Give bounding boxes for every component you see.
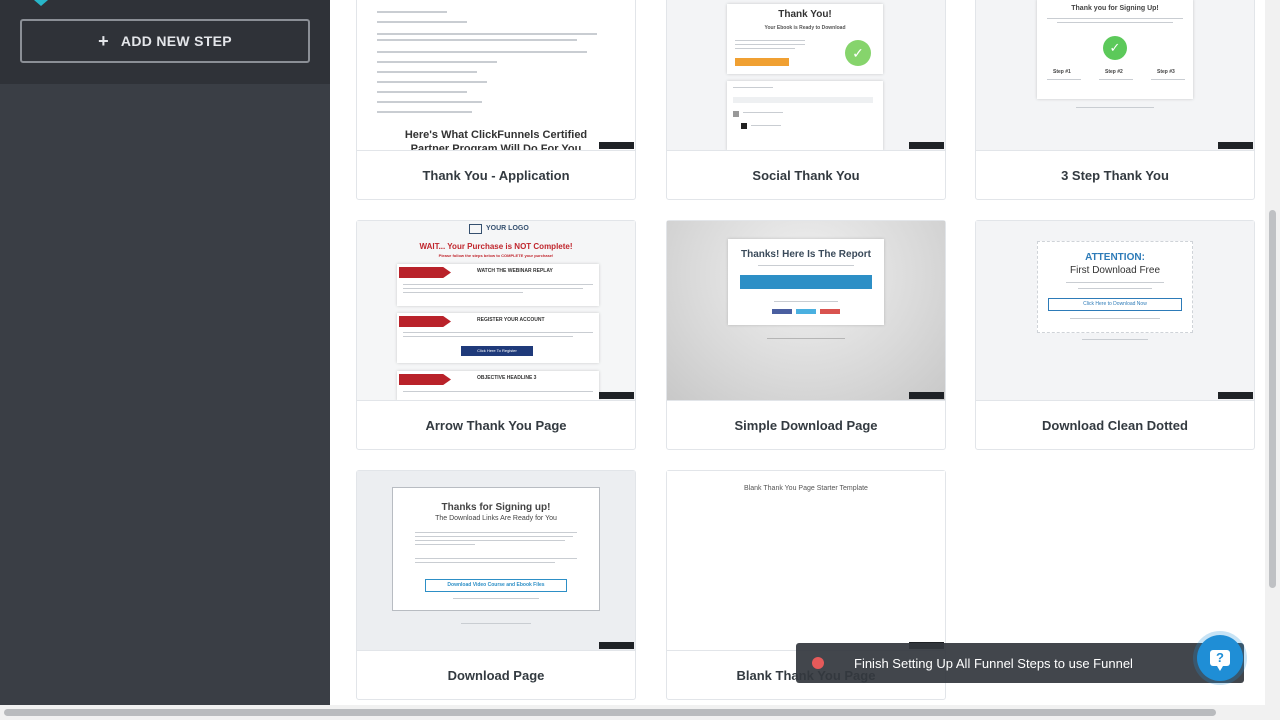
template-preview: Here's What ClickFunnels Certified Partn… [357,0,635,151]
preview-title: ATTENTION: [1085,252,1145,263]
help-chat-button[interactable]: ? [1197,635,1243,681]
help-chat-icon: ? [1210,650,1230,671]
preview-caption: Blank Thank You Page Starter Template [744,485,868,492]
preview-row-title: OBJECTIVE HEADLINE 3 [477,375,537,381]
funnel-setup-notification: Finish Setting Up All Funnel Steps to us… [796,643,1244,683]
template-preview: ATTENTION: First Download Free Click Her… [976,221,1254,401]
template-card-thank-you-application[interactable]: Here's What ClickFunnels Certified Partn… [356,0,636,200]
template-gallery: Here's What ClickFunnels Certified Partn… [330,0,1265,705]
check-icon: ✓ [845,40,871,66]
vertical-scrollbar-thumb[interactable] [1269,210,1276,588]
template-name: 3 Step Thank You [1061,167,1169,183]
preview-subhead: Please follow the steps below to COMPLET… [438,253,554,258]
preview-title: Thank You! [778,9,832,20]
template-card-download-page[interactable]: Thanks for Signing up! The Download Link… [356,470,636,700]
preview-headline: WAIT... Your Purchase is NOT Complete! [419,242,573,251]
template-preview: Thank you for Signing Up! ✓ Step #1 Step… [976,0,1254,151]
template-name: Download Clean Dotted [1042,417,1188,433]
preview-step: Step #3 [1157,69,1175,75]
template-card-3-step-thank-you[interactable]: Thank you for Signing Up! ✓ Step #1 Step… [975,0,1255,200]
check-icon: ✓ [1103,36,1127,60]
preview-button: Click Here To Register [461,346,533,356]
preview-row-title: WATCH THE WEBINAR REPLAY [477,268,553,274]
plus-icon: + [98,31,109,51]
horizontal-scrollbar[interactable] [0,705,1280,720]
preview-badge [909,142,944,149]
preview-badge [599,392,634,399]
preview-heading-line-2: Partner Program Will Do For You [410,143,582,151]
template-name: Arrow Thank You Page [425,417,567,433]
preview-badge [1218,142,1253,149]
preview-button: Download Video Course and Ebook Files [425,579,567,592]
preview-title: Thanks for Signing up! [441,502,551,513]
template-preview: YOUR LOGO WAIT... Your Purchase is NOT C… [357,221,635,401]
preview-button: Click Here to Download Now [1048,298,1182,311]
preview-title: Thank you for Signing Up! [1071,5,1159,12]
logo-image-icon [469,224,482,234]
template-card-arrow-thank-you-page[interactable]: YOUR LOGO WAIT... Your Purchase is NOT C… [356,220,636,450]
template-name: Social Thank You [752,167,860,183]
horizontal-scrollbar-thumb[interactable] [4,709,1216,716]
status-dot [812,657,824,669]
sidebar-header: + ADD NEW STEP [0,0,330,84]
preview-badge [1218,392,1253,399]
preview-logo: YOUR LOGO [486,225,529,232]
template-card-social-thank-you[interactable]: Thank You! Your Ebook is Ready to Downlo… [666,0,946,200]
notification-message: Finish Setting Up All Funnel Steps to us… [854,655,1133,671]
preview-badge [599,642,634,649]
template-card-simple-download-page[interactable]: Thanks! Here Is The Report Simple Downlo… [666,220,946,450]
template-preview: Thanks! Here Is The Report [667,221,945,401]
preview-heading: Here's What ClickFunnels Certified [404,129,588,141]
preview-badge [909,392,944,399]
vertical-scrollbar[interactable] [1265,0,1280,705]
preview-badge [599,142,634,149]
template-card-download-clean-dotted[interactable]: ATTENTION: First Download Free Click Her… [975,220,1255,450]
add-new-step-label: ADD NEW STEP [120,33,232,49]
preview-subtitle: First Download Free [1069,265,1161,276]
preview-subtitle: The Download Links Are Ready for You [435,515,557,522]
preview-row-title: REGISTER YOUR ACCOUNT [477,317,545,323]
template-name: Thank You - Application [422,167,570,183]
add-new-step-button[interactable]: + ADD NEW STEP [20,19,310,63]
template-name: Simple Download Page [734,417,878,433]
active-step-caret [34,0,48,6]
sidebar: + ADD NEW STEP [0,0,330,705]
template-preview: Thanks for Signing up! The Download Link… [357,471,635,651]
template-preview: Thank You! Your Ebook is Ready to Downlo… [667,0,945,151]
template-name: Download Page [447,667,545,683]
preview-subtitle: Your Ebook is Ready to Download [764,25,846,31]
preview-step: Step #2 [1105,69,1123,75]
preview-step: Step #1 [1053,69,1071,75]
template-preview: Blank Thank You Page Starter Template [667,471,945,651]
preview-title: Thanks! Here Is The Report [740,249,872,260]
